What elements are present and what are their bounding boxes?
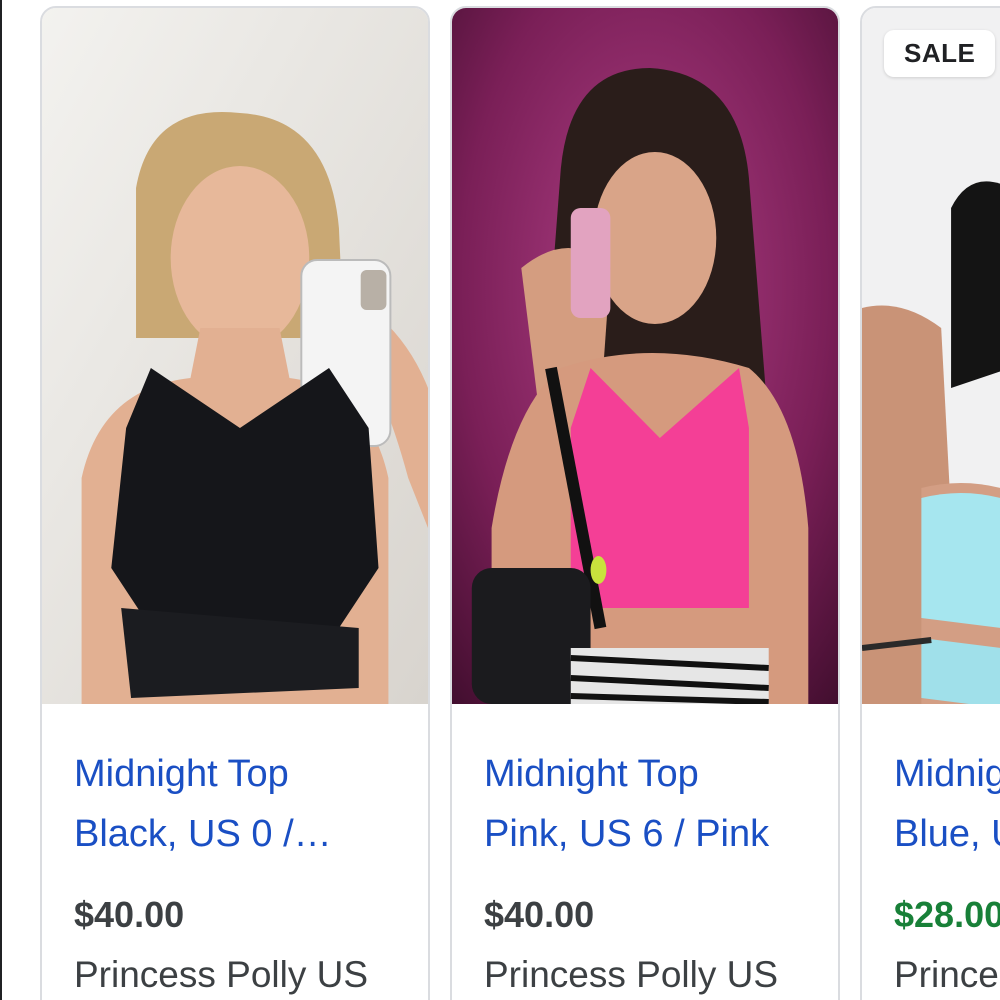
product-card[interactable]: Midnight Top Black, US 0 /… $40.00 Princ…: [40, 6, 430, 1000]
product-title-line: Pink, US 6 / Pink: [484, 813, 770, 855]
product-image[interactable]: SALE: [862, 8, 1000, 704]
merchant-name: Princess Polly US: [74, 954, 369, 995]
product-image[interactable]: [42, 8, 428, 704]
product-title-link[interactable]: Midnight Top Black, US 0 /…: [74, 744, 414, 864]
product-image[interactable]: [452, 8, 838, 704]
product-title-line: Midnight Top: [894, 753, 1000, 795]
left-edge-divider: [0, 0, 2, 1000]
merchant-name: Princess Polly US: [484, 954, 779, 995]
product-price: $40.00: [484, 894, 595, 935]
sale-badge: SALE: [884, 30, 996, 77]
product-title-line: Blue, US: [894, 813, 1000, 855]
product-title-line: Black, US 0 /…: [74, 813, 332, 855]
merchant-name: Princess Polly US: [894, 954, 1000, 995]
product-title-line: Midnight Top: [484, 753, 699, 795]
product-title-link[interactable]: Midnight Top Pink, US 6 / Pink: [484, 744, 824, 864]
product-card[interactable]: SALE Midnight Top Blue, US $28.00 Prince…: [860, 6, 1000, 1000]
product-title-link[interactable]: Midnight Top Blue, US: [894, 744, 1000, 864]
product-price: $40.00: [74, 894, 185, 935]
shopping-results-carousel: Midnight Top Black, US 0 /… $40.00 Princ…: [0, 0, 1000, 1000]
product-card[interactable]: Midnight Top Pink, US 6 / Pink $40.00 Pr…: [450, 6, 840, 1000]
product-title-line: Midnight Top: [74, 753, 289, 795]
product-price: $28.00: [894, 894, 1000, 935]
